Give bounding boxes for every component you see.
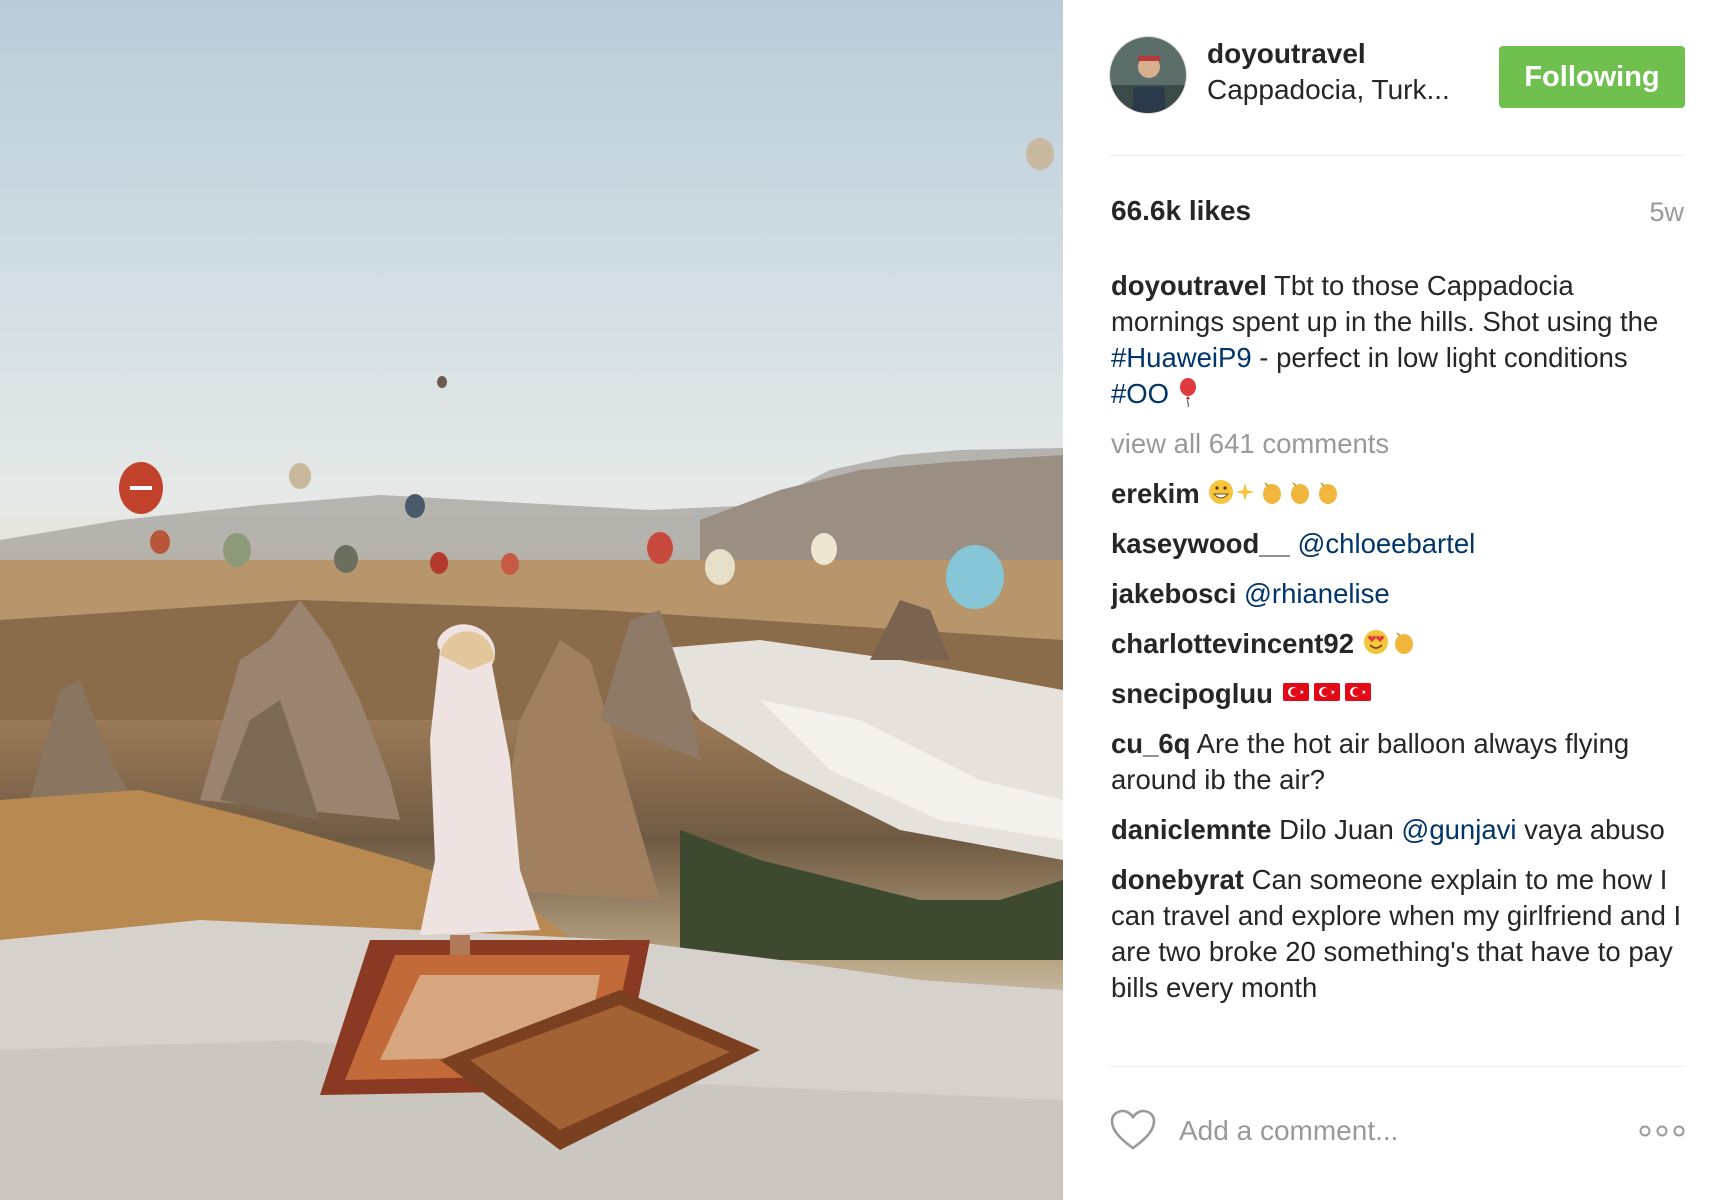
post-photo[interactable] xyxy=(0,0,1063,1200)
comment-username[interactable]: jakebosci xyxy=(1111,578,1236,609)
likes-count[interactable]: 66.6k likes xyxy=(1111,195,1251,227)
comment-item: cu_6q Are the hot air balloon always fly… xyxy=(1111,726,1687,798)
comment-mention[interactable]: @chloeebartel xyxy=(1298,528,1476,559)
comment-username[interactable]: donebyrat xyxy=(1111,864,1244,895)
following-button[interactable]: Following xyxy=(1499,46,1685,108)
balloon-emoji-icon xyxy=(1179,378,1196,407)
view-all-comments-link[interactable]: view all 641 comments xyxy=(1111,426,1687,462)
hashtag-huaweip9[interactable]: #HuaweiP9 xyxy=(1111,342,1252,373)
turkey-flag-emoji-icon xyxy=(1282,683,1371,701)
caption-username[interactable]: doyoutravel xyxy=(1111,270,1267,301)
comment-username[interactable]: charlottevincent92 xyxy=(1111,628,1354,659)
comment-text: Dilo Juan xyxy=(1279,814,1394,845)
post-header: doyoutravel Cappadocia, Turk... Followin… xyxy=(1063,0,1730,155)
comments-list: doyoutravel Tbt to those Cappadocia morn… xyxy=(1111,268,1687,1066)
heart-eyes-clap-emoji-icon xyxy=(1363,630,1413,654)
comment-item: charlottevincent92 xyxy=(1111,626,1687,662)
header-divider xyxy=(1109,155,1685,156)
post-age[interactable]: 5w xyxy=(1649,197,1684,228)
comment-username[interactable]: erekim xyxy=(1111,478,1200,509)
hashtag-oo[interactable]: #OO xyxy=(1111,378,1169,409)
post-location[interactable]: Cappadocia, Turk... xyxy=(1207,74,1450,106)
add-comment-row xyxy=(1109,1104,1685,1160)
add-comment-input[interactable] xyxy=(1177,1110,1621,1152)
cappadocia-photo xyxy=(0,138,1063,1200)
grin-sparkles-clap-emoji-icon xyxy=(1209,480,1338,504)
comment-username[interactable]: snecipogluu xyxy=(1111,678,1273,709)
comment-username[interactable]: daniclemnte xyxy=(1111,814,1271,845)
comment-username[interactable]: cu_6q xyxy=(1111,728,1190,759)
comment-item: daniclemnte Dilo Juan @gunjavi vaya abus… xyxy=(1111,812,1687,848)
comment-text-after: vaya abuso xyxy=(1524,814,1665,845)
post-side-panel: doyoutravel Cappadocia, Turk... Followin… xyxy=(1063,0,1730,1200)
comment-item: donebyrat Can someone explain to me how … xyxy=(1111,862,1687,1006)
comment-item: jakebosci @rhianelise xyxy=(1111,576,1687,612)
comment-mention[interactable]: @gunjavi xyxy=(1401,814,1516,845)
comment-username[interactable]: kaseywood__ xyxy=(1111,528,1290,559)
comment-mention[interactable]: @rhianelise xyxy=(1244,578,1390,609)
heart-outline-icon[interactable] xyxy=(1109,1108,1157,1152)
post-username[interactable]: doyoutravel xyxy=(1207,38,1366,70)
avatar[interactable] xyxy=(1109,36,1187,114)
comment-item: kaseywood__ @chloeebartel xyxy=(1111,526,1687,562)
avatar-image xyxy=(1110,37,1186,113)
caption: doyoutravel Tbt to those Cappadocia morn… xyxy=(1111,268,1687,412)
caption-text-2: - perfect in low light conditions xyxy=(1259,342,1628,373)
comments-divider xyxy=(1109,1066,1685,1067)
more-options-icon[interactable] xyxy=(1639,1124,1685,1138)
comment-item: snecipogluu xyxy=(1111,676,1687,712)
comment-item: erekim xyxy=(1111,476,1687,512)
